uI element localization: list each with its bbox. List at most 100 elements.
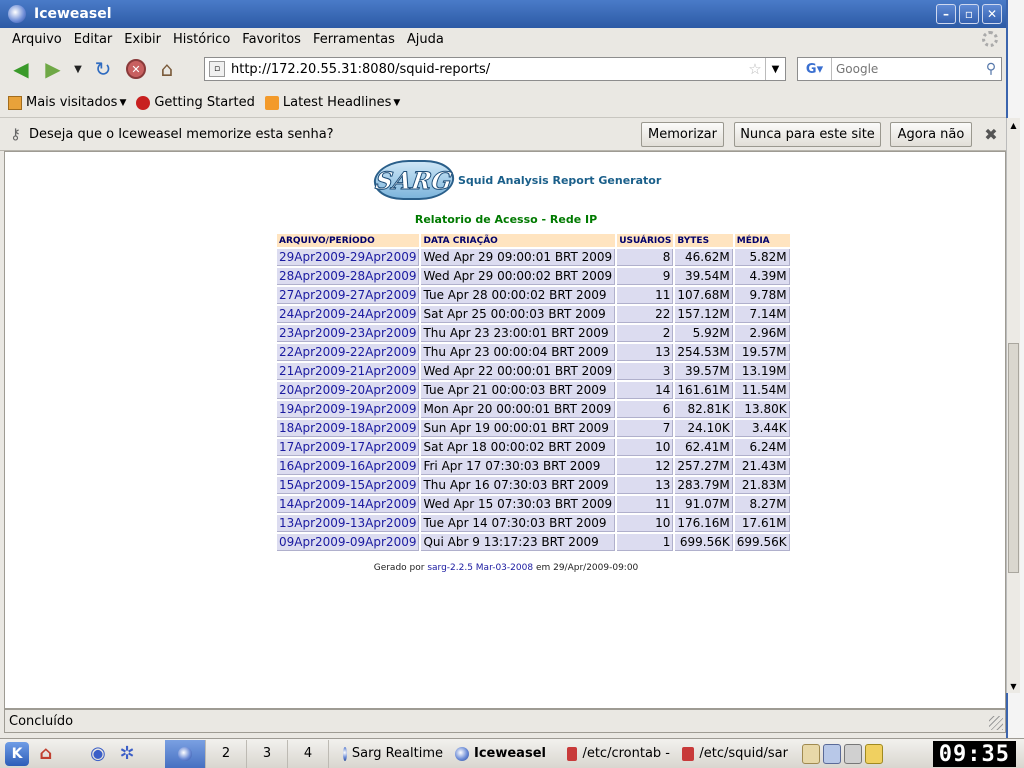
cell-period[interactable]: 15Apr2009-15Apr2009	[277, 477, 420, 494]
url-dropdown-button[interactable]: ▼	[765, 58, 785, 80]
vertical-scrollbar[interactable]: ▲ ▼	[1006, 118, 1020, 693]
desktop-1-button[interactable]	[165, 739, 206, 768]
url-bar[interactable]: ▫ http://172.20.55.31:8080/squid-reports…	[204, 57, 786, 81]
cell-period[interactable]: 14Apr2009-14Apr2009	[277, 496, 420, 513]
cell-period[interactable]: 20Apr2009-20Apr2009	[277, 382, 420, 399]
menu-arquivo[interactable]: Arquivo	[6, 32, 68, 47]
stop-icon: ✕	[131, 62, 141, 76]
cell-average: 7.14M	[734, 306, 790, 323]
scroll-down-icon[interactable]: ▼	[1007, 679, 1020, 693]
home-folder-icon[interactable]: ⌂	[34, 742, 58, 766]
google-engine-icon[interactable]: G ▾	[798, 58, 832, 80]
cell-period[interactable]: 21Apr2009-21Apr2009	[277, 363, 420, 380]
iceweasel-icon	[343, 746, 347, 761]
sarg-subtitle: Squid Analysis Report Generator	[458, 173, 662, 187]
cell-bytes: 283.79M	[675, 477, 733, 494]
task-sarg-realtime[interactable]: Sarg Realtime	[337, 740, 449, 768]
close-button[interactable]: ✕	[982, 4, 1002, 24]
bookmark-star-icon[interactable]: ☆	[745, 60, 765, 78]
bookmark-latest-headlines[interactable]: Latest Headlines ▼	[264, 95, 401, 110]
cell-period[interactable]: 19Apr2009-19Apr2009	[277, 401, 420, 418]
maximize-button[interactable]: ▫	[959, 4, 979, 24]
chevron-down-icon: ▼	[119, 97, 127, 108]
desktop-3-button[interactable]: 3	[247, 739, 288, 768]
search-input[interactable]	[832, 62, 981, 76]
cell-period[interactable]: 29Apr2009-29Apr2009	[277, 249, 420, 266]
bookmarks-toolbar: Mais visitados ▼ Getting Started Latest …	[0, 88, 1006, 118]
task-etc-crontab[interactable]: /etc/crontab -	[561, 740, 676, 768]
cell-period[interactable]: 27Apr2009-27Apr2009	[277, 287, 420, 304]
cell-bytes: 39.54M	[675, 268, 733, 285]
remember-password-button[interactable]: Memorizar	[641, 122, 724, 147]
cell-average: 699.56K	[734, 534, 790, 551]
cell-average: 19.57M	[734, 344, 790, 361]
cell-created: Tue Apr 14 07:30:03 BRT 2009	[421, 515, 616, 532]
table-row: 09Apr2009-09Apr2009 Qui Abr 9 13:17:23 BR…	[277, 534, 790, 551]
search-box[interactable]: G▾ ⚲	[797, 57, 1002, 81]
table-row: 14Apr2009-14Apr2009 Wed Apr 15 07:30:03 B…	[277, 496, 790, 513]
close-icon[interactable]: ✖	[982, 125, 1000, 144]
bookmark-label: Mais visitados	[26, 95, 118, 110]
back-button[interactable]: ◀	[6, 54, 36, 84]
menu-ferramentas[interactable]: Ferramentas	[307, 32, 401, 47]
task-iceweasel[interactable]: Iceweasel	[449, 740, 561, 768]
task-label: /etc/squid/sar	[699, 746, 788, 761]
menu-historico[interactable]: Histórico	[167, 32, 236, 47]
scrollbar-thumb[interactable]	[1008, 343, 1019, 573]
not-now-button[interactable]: Agora não	[890, 122, 972, 147]
cell-average: 17.61M	[734, 515, 790, 532]
table-row: 24Apr2009-24Apr2009 Sat Apr 25 00:00:03 B…	[277, 306, 790, 323]
rss-icon	[264, 95, 279, 110]
bookmark-getting-started[interactable]: Getting Started	[136, 95, 255, 110]
cell-bytes: 5.92M	[675, 325, 733, 342]
desktop-2-button[interactable]: 2	[206, 739, 247, 768]
resize-grip-icon[interactable]	[989, 716, 1003, 730]
printer-icon[interactable]	[844, 743, 862, 764]
menu-exibir[interactable]: Exibir	[118, 32, 167, 47]
menu-ajuda[interactable]: Ajuda	[401, 32, 450, 47]
klipper-icon[interactable]	[802, 743, 820, 764]
bookmark-most-visited[interactable]: Mais visitados ▼	[8, 95, 126, 110]
forward-button[interactable]: ▶	[38, 54, 68, 84]
minimize-button[interactable]: –	[936, 4, 956, 24]
sarg-logo-text: SARG	[373, 165, 455, 195]
network-icon[interactable]: ✲	[115, 742, 139, 766]
stop-button[interactable]: ✕	[126, 59, 146, 79]
cell-period[interactable]: 22Apr2009-22Apr2009	[277, 344, 420, 361]
cell-period[interactable]: 16Apr2009-16Apr2009	[277, 458, 420, 475]
scroll-up-icon[interactable]: ▲	[1007, 118, 1020, 132]
menu-editar[interactable]: Editar	[68, 32, 119, 47]
cell-period[interactable]: 18Apr2009-18Apr2009	[277, 420, 420, 437]
clock[interactable]: 09:35	[932, 741, 1016, 767]
home-button[interactable]: ⌂	[152, 54, 182, 84]
cell-created: Tue Apr 28 00:00:02 BRT 2009	[421, 287, 616, 304]
cell-period[interactable]: 23Apr2009-23Apr2009	[277, 325, 420, 342]
reload-icon: ↻	[94, 57, 112, 81]
cell-period[interactable]: 09Apr2009-09Apr2009	[277, 534, 420, 551]
k-menu-button[interactable]: K	[5, 741, 29, 766]
history-dropdown-button[interactable]: ▼	[70, 54, 86, 84]
cell-period[interactable]: 17Apr2009-17Apr2009	[277, 439, 420, 456]
cell-period[interactable]: 28Apr2009-28Apr2009	[277, 268, 420, 285]
reload-button[interactable]: ↻	[88, 54, 118, 84]
desktop-4-button[interactable]: 4	[288, 739, 329, 768]
notes-icon[interactable]	[865, 743, 883, 764]
network-monitor-icon[interactable]	[823, 743, 841, 764]
menu-favoritos[interactable]: Favoritos	[236, 32, 307, 47]
browser-launcher-icon[interactable]: ◉	[86, 742, 110, 766]
sarg-version-link[interactable]: sarg-2.2.5 Mar-03-2008	[427, 563, 533, 573]
url-text[interactable]: http://172.20.55.31:8080/squid-reports/	[231, 62, 745, 77]
task-etc-squid[interactable]: /etc/squid/sar	[676, 740, 794, 768]
cell-bytes: 62.41M	[675, 439, 733, 456]
never-for-site-button[interactable]: Nunca para este site	[734, 122, 881, 147]
chevron-down-icon: ▼	[393, 97, 401, 108]
cell-created: Wed Apr 15 07:30:03 BRT 2009	[421, 496, 616, 513]
bookmark-label: Getting Started	[154, 95, 255, 110]
search-icon[interactable]: ⚲	[981, 61, 1001, 77]
cell-period[interactable]: 13Apr2009-13Apr2009	[277, 515, 420, 532]
cell-bytes: 46.62M	[675, 249, 733, 266]
navigation-toolbar: ◀ ▶ ▼ ↻ ✕ ⌂ ▫ http://172.20.55.31:8080/s…	[0, 50, 1006, 88]
cell-period[interactable]: 24Apr2009-24Apr2009	[277, 306, 420, 323]
status-text: Concluído	[9, 713, 74, 729]
cell-users: 8	[617, 249, 674, 266]
